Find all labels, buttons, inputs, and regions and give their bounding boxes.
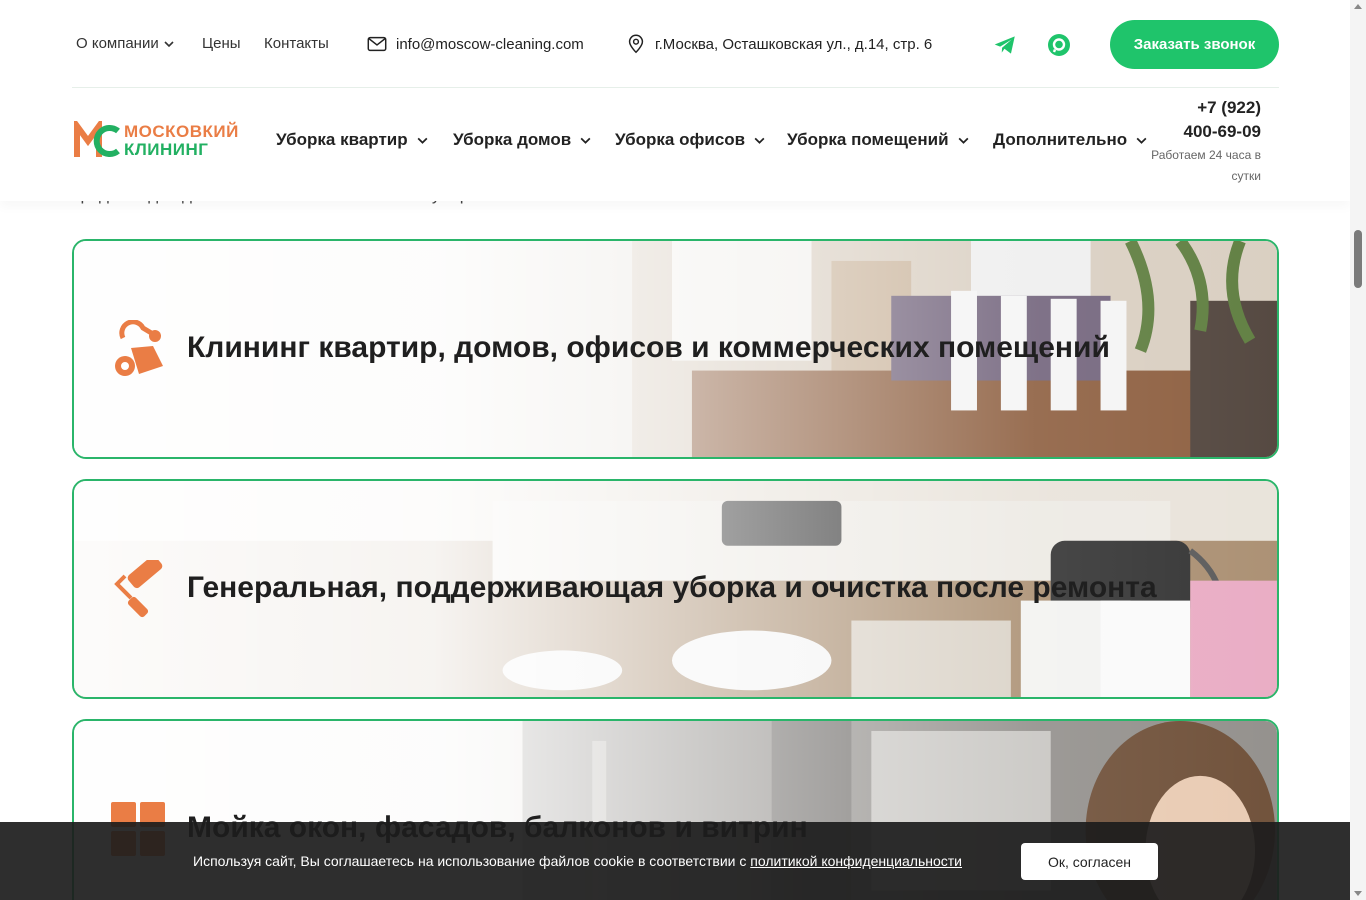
working-hours: Работаем 24 часа в сутки <box>1151 148 1261 183</box>
email-link[interactable]: info@moscow-cleaning.com <box>366 33 584 55</box>
topbar-link-about-label: О компании <box>76 35 159 52</box>
chevron-down-icon <box>417 137 428 144</box>
address-text: г.Москва, Осташковская ул., д.14, стр. 6 <box>655 35 933 53</box>
nav-item-label: Дополнительно <box>993 130 1128 149</box>
order-call-button[interactable]: Заказать звонок <box>1110 20 1279 69</box>
service-card-general[interactable]: Генеральная, поддерживающая уборка и очи… <box>72 479 1279 699</box>
nav-item-apartments[interactable]: Уборка квартир <box>276 130 429 150</box>
logo-text: МОСКОВКИЙ КЛИНИНГ <box>124 123 239 159</box>
top-bar: О компании Цены Контакты info@moscow-cle… <box>0 0 1350 89</box>
nav-item-offices[interactable]: Уборка офисов <box>615 130 766 150</box>
chevron-down-icon <box>754 137 765 144</box>
service-title: Клининг квартир, домов, офисов и коммерч… <box>187 331 1110 364</box>
vacuum-cleaner-icon <box>115 320 163 376</box>
phone-block[interactable]: +7 (922) 400-69-09 Работаем 24 часа в су… <box>1146 97 1261 187</box>
logo-line-2: КЛИНИНГ <box>124 140 209 159</box>
logo-mark-icon <box>74 121 120 157</box>
mail-icon <box>367 36 387 52</box>
chevron-down-icon <box>164 40 174 47</box>
paint-roller-icon <box>114 560 163 618</box>
chevron-down-icon <box>580 137 591 144</box>
location-pin-icon <box>628 34 644 54</box>
max-messenger-icon[interactable] <box>1044 30 1074 60</box>
cookie-message: Используя сайт, Вы соглашаетесь на испол… <box>193 853 962 869</box>
privacy-policy-link[interactable]: политикой конфиденциальности <box>750 853 962 869</box>
address-link[interactable]: г.Москва, Осташковская ул., д.14, стр. 6 <box>625 33 932 55</box>
email-text: info@moscow-cleaning.com <box>396 35 584 53</box>
phone-number: 400-69-09 <box>1183 122 1261 141</box>
nav-item-label: Уборка домов <box>453 130 572 149</box>
scroll-up-arrow-icon[interactable] <box>1354 4 1362 9</box>
cookie-accept-button[interactable]: Ок, согласен <box>1021 843 1158 880</box>
service-card-cleaning[interactable]: Клининг квартир, домов, офисов и коммерч… <box>72 239 1279 459</box>
topbar-link-contacts-label: Контакты <box>264 35 329 52</box>
topbar-link-about[interactable]: О компании <box>76 35 175 52</box>
service-title: Генеральная, поддерживающая уборка и очи… <box>187 571 1157 604</box>
nav-item-label: Уборка офисов <box>615 130 746 149</box>
cookie-banner: Используя сайт, Вы соглашаетесь на испол… <box>0 822 1350 900</box>
topbar-link-contacts[interactable]: Контакты <box>264 35 329 52</box>
nav-item-label: Уборка квартир <box>276 130 408 149</box>
topbar-link-prices-label: Цены <box>202 35 241 52</box>
nav-item-label: Уборка помещений <box>787 130 949 149</box>
nav-item-premises[interactable]: Уборка помещений <box>787 130 970 150</box>
page-scrollbar[interactable] <box>1350 0 1366 900</box>
main-nav: МОСКОВКИЙ КЛИНИНГ Уборка квартир Уборка … <box>0 89 1350 201</box>
logo-line-1: МОСКОВКИЙ <box>124 122 239 141</box>
telegram-icon[interactable] <box>990 30 1020 60</box>
cookie-text: Используя сайт, Вы соглашаетесь на испол… <box>193 853 747 869</box>
phone-code: +7 (922) <box>1197 98 1261 117</box>
logo[interactable]: МОСКОВКИЙ КЛИНИНГ <box>74 121 239 161</box>
scrollbar-thumb[interactable] <box>1354 230 1362 288</box>
scroll-down-arrow-icon[interactable] <box>1354 891 1362 896</box>
nav-item-houses[interactable]: Уборка домов <box>453 130 592 150</box>
chevron-down-icon <box>958 137 968 144</box>
nav-item-additional[interactable]: Дополнительно <box>993 130 1148 150</box>
topbar-link-prices[interactable]: Цены <box>202 35 241 52</box>
